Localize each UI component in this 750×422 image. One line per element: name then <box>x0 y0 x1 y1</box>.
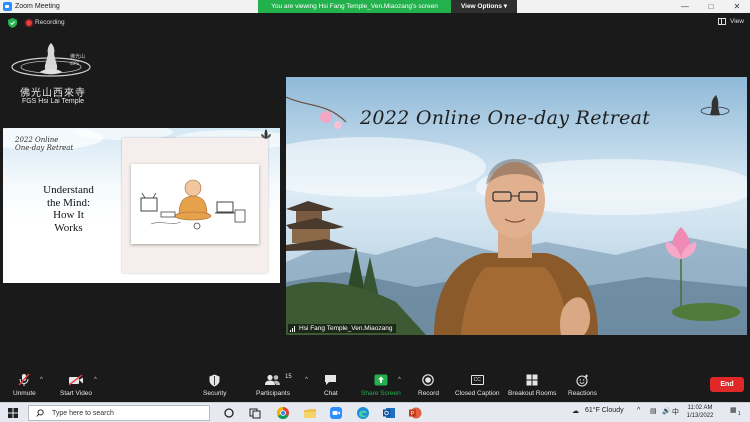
participants-count: 15 <box>284 374 292 380</box>
powerpoint-icon[interactable]: P <box>408 406 422 420</box>
zoom-meeting-window: Zoom Meeting — □ ✕ You are viewing Hsi F… <box>0 0 750 422</box>
chat-button[interactable]: Chat <box>324 373 338 401</box>
share-screen-button[interactable]: Share Screen <box>361 373 401 401</box>
meeting-header: Recording View <box>0 13 750 33</box>
slide-illustration <box>131 164 259 244</box>
start-video-button[interactable]: Start Video <box>60 373 92 401</box>
search-placeholder: Type here to search <box>52 409 114 417</box>
volume-icon[interactable]: 🔊 <box>662 407 671 415</box>
temple-name-cn: 佛光山西來寺 <box>20 88 86 99</box>
viewing-banner: You are viewing Hsi Fang Temple_Ven.Miao… <box>258 0 517 13</box>
shield-icon[interactable] <box>8 18 17 28</box>
recording-indicator: Recording <box>26 19 65 26</box>
clock-time: 11:02 AM <box>687 405 713 411</box>
notification-icon[interactable]: ▦ <box>730 406 737 414</box>
view-button[interactable]: View <box>718 18 744 25</box>
chrome-icon[interactable] <box>276 406 290 420</box>
meeting-toolbar: Unmute ^ Start Video ^ Security 15 Parti… <box>0 368 750 402</box>
viewing-message: You are viewing Hsi Fang Temple_Ven.Miao… <box>258 0 451 13</box>
view-options-button[interactable]: View Options ▾ <box>451 0 517 13</box>
recording-dot-icon <box>26 19 32 26</box>
participant-name-tag: Hsi Fang Temple_Ven.Miaozang <box>288 324 397 333</box>
signal-bars-icon <box>290 325 296 332</box>
clock-date: 1/13/2022 <box>686 412 714 419</box>
search-icon <box>36 409 44 417</box>
participants-button[interactable]: 15 Participants <box>256 373 292 401</box>
breakout-rooms-icon <box>526 374 538 386</box>
windows-start-icon[interactable] <box>8 408 18 418</box>
logo-seal-text: IBPS <box>70 61 79 66</box>
video-off-icon <box>68 374 84 386</box>
slide-image-card <box>122 138 268 273</box>
shared-corner-title: 2022 Online One-day Retreat <box>15 136 74 152</box>
share-screen-icon <box>374 374 388 386</box>
zoom-app-icon[interactable] <box>329 406 343 420</box>
monk-with-devices-illustration <box>140 179 246 230</box>
window-controls: — □ ✕ <box>672 0 750 13</box>
reactions-button[interactable]: Reactions <box>568 373 597 401</box>
window-title: Zoom Meeting <box>15 3 60 10</box>
svg-text:佛光山: 佛光山 <box>70 53 85 60</box>
edge-icon[interactable] <box>356 406 370 420</box>
breakout-rooms-button[interactable]: Breakout Rooms <box>508 373 556 401</box>
unmute-button[interactable]: Unmute <box>13 373 36 401</box>
closed-caption-icon: CC <box>470 375 484 385</box>
background-title: 2022 Online One-day Retreat <box>360 107 651 129</box>
record-icon <box>422 374 435 386</box>
closed-caption-button[interactable]: CC Closed Caption <box>455 373 499 401</box>
security-button[interactable]: Security <box>203 373 226 401</box>
file-explorer-icon[interactable] <box>303 406 317 420</box>
participants-icon <box>264 374 280 385</box>
end-meeting-button[interactable]: End <box>710 377 744 392</box>
share-options-chevron-icon[interactable]: ^ <box>398 377 401 383</box>
minimize-icon[interactable]: — <box>672 0 698 13</box>
notification-count: 1 <box>738 411 741 417</box>
taskbar-clock[interactable]: 11:02 AM 1/13/2022 <box>680 405 720 420</box>
weather-icon[interactable]: ☁ <box>572 407 579 415</box>
chat-bubble-icon <box>325 375 337 385</box>
outlook-icon[interactable] <box>382 406 396 420</box>
record-button[interactable]: Record <box>418 373 439 401</box>
task-view-icon[interactable] <box>248 406 262 420</box>
cortana-icon[interactable] <box>222 406 236 420</box>
shared-screen[interactable]: 2022 Online One-day Retreat Understand t… <box>3 128 280 283</box>
chevron-up-icon[interactable]: ^ <box>637 407 640 414</box>
chevron-down-icon: ▾ <box>503 3 508 10</box>
slide-heading: Understand the Mind: How It Works <box>43 184 94 234</box>
windows-taskbar: Type here to search P ☁ 61°F Cloudy ^ ▤ … <box>0 402 750 422</box>
participant-name: Hsi Fang Temple_Ven.Miaozang <box>299 325 393 332</box>
lotus-icon <box>261 129 271 139</box>
input-language-indicator[interactable]: 中 <box>672 407 679 417</box>
reactions-smiley-icon <box>576 374 588 387</box>
temple-name-en: FGS Hsi Lai Temple <box>21 98 85 105</box>
view-grid-icon <box>718 18 727 25</box>
maximize-icon[interactable]: □ <box>698 0 724 13</box>
video-options-chevron-icon[interactable]: ^ <box>94 377 97 383</box>
participants-options-chevron-icon[interactable]: ^ <box>305 377 308 383</box>
microphone-muted-icon <box>18 373 30 386</box>
zoom-logo-icon <box>3 2 12 11</box>
close-icon[interactable]: ✕ <box>724 0 750 13</box>
audio-options-chevron-icon[interactable]: ^ <box>40 377 43 383</box>
taskbar-search-box[interactable]: Type here to search <box>28 405 210 421</box>
network-icon[interactable]: ▤ <box>650 407 657 415</box>
speaker-video[interactable]: 2022 Online One-day Retreat Hsi Fang Tem… <box>286 77 747 335</box>
security-shield-icon <box>209 374 220 386</box>
recording-label: Recording <box>35 19 65 26</box>
weather-text[interactable]: 61°F Cloudy <box>585 407 624 414</box>
